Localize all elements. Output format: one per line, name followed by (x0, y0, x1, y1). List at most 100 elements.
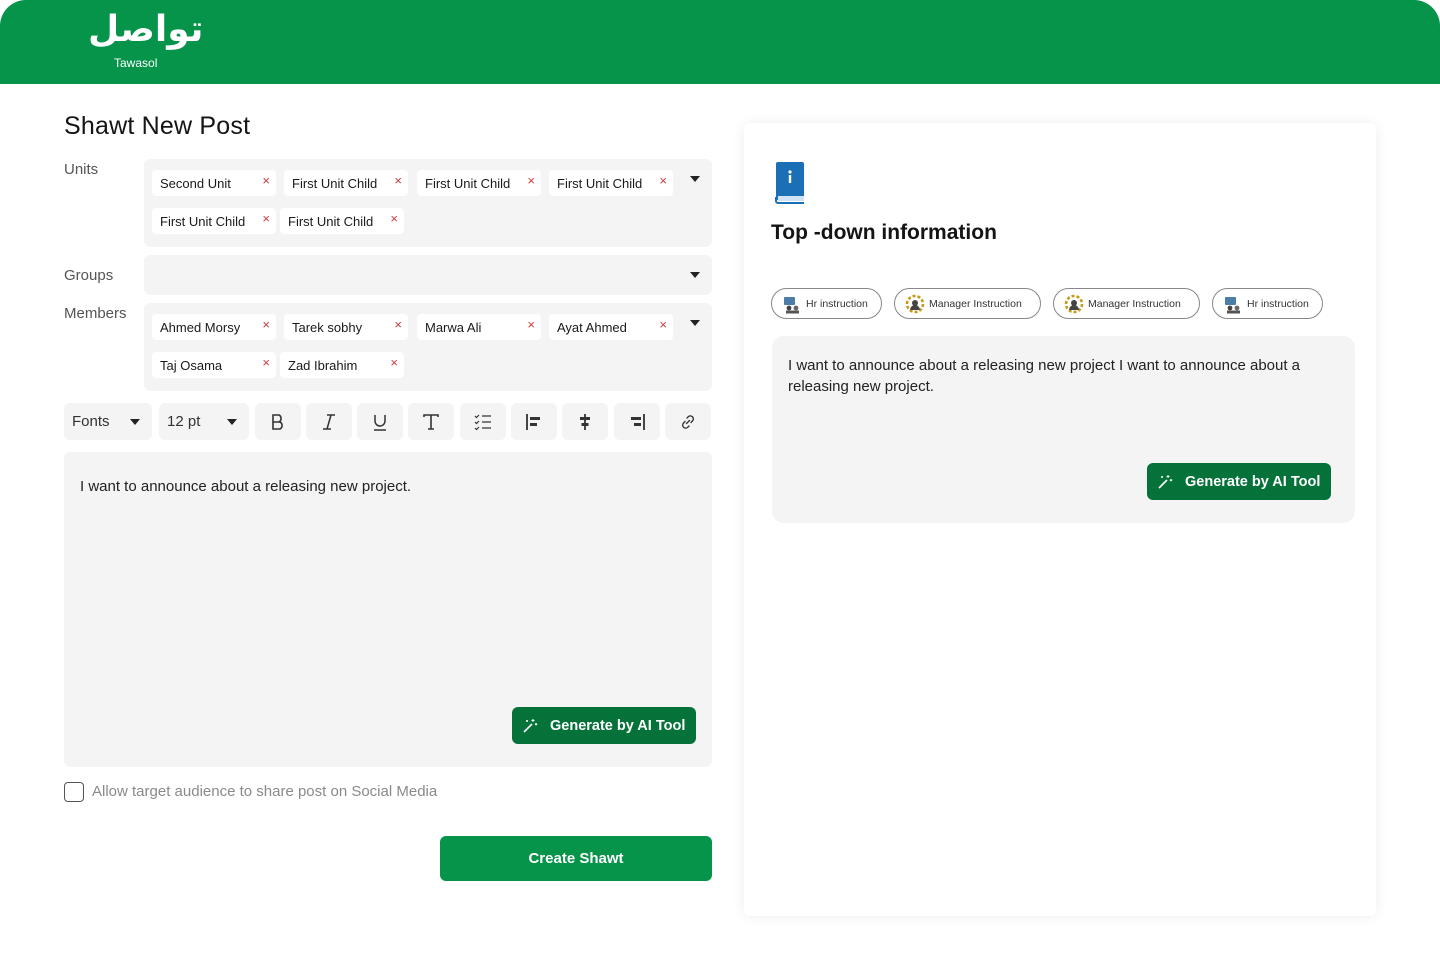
align-right-button[interactable] (614, 403, 660, 440)
bold-button[interactable] (255, 403, 301, 440)
chevron-down-icon (227, 419, 237, 425)
top-bar: تواصل Tawasol (0, 0, 1440, 84)
members-label: Members (64, 305, 127, 322)
align-center-button[interactable] (562, 403, 608, 440)
font-size-value: 12 pt (167, 413, 201, 430)
underline-icon (374, 414, 386, 431)
units-select[interactable]: Second Unit × First Unit Child × First Uni… (144, 159, 712, 247)
instruction-card: I want to announce about a releasing new… (772, 336, 1355, 523)
chevron-down-icon (130, 419, 140, 425)
unit-chip: First Unit Child × (417, 170, 541, 196)
member-chip-label: Ahmed Morsy (160, 320, 241, 335)
page-title: Shawt New Post (64, 112, 251, 140)
remove-chip-icon[interactable]: × (390, 355, 398, 370)
member-chip: Tarek sobhy × (284, 314, 408, 340)
logo-arabic-text: تواصل (88, 9, 204, 50)
instruction-filter-hr[interactable]: Hr instruction (1212, 288, 1323, 319)
italic-button[interactable] (306, 403, 352, 440)
align-left-button[interactable] (511, 403, 557, 440)
align-center-icon (580, 413, 590, 430)
hr-icon (784, 296, 799, 313)
link-button[interactable] (665, 403, 711, 440)
member-chip: Ahmed Morsy × (152, 314, 276, 340)
italic-icon (323, 413, 335, 430)
member-chip-label: Zad Ibrahim (288, 358, 358, 373)
generate-ai-button[interactable]: Generate by AI Tool (512, 707, 696, 744)
instruction-label: Hr instruction (1247, 297, 1309, 310)
chevron-down-icon[interactable] (690, 320, 700, 326)
instruction-card-text: I want to announce about a releasing new… (788, 357, 1301, 395)
text-style-button[interactable] (408, 403, 454, 440)
members-select[interactable]: Ahmed Morsy × Tarek sobhy × Marwa Ali × Aya… (144, 303, 712, 391)
manager-gear-icon (905, 294, 925, 313)
remove-chip-icon[interactable]: × (527, 173, 535, 188)
checklist-button[interactable] (460, 403, 506, 440)
underline-button[interactable] (357, 403, 403, 440)
align-left-icon (526, 413, 540, 430)
remove-chip-icon[interactable]: × (262, 355, 270, 370)
instruction-filter-hr[interactable]: Hr instruction (771, 288, 882, 319)
post-editor[interactable]: I want to announce about a releasing new… (64, 452, 712, 767)
font-family-select[interactable]: Fonts (64, 403, 152, 440)
remove-chip-icon[interactable]: × (262, 317, 270, 332)
tawasol-logo[interactable]: تواصل Tawasol (88, 12, 208, 74)
member-chip: Zad Ibrahim × (280, 352, 404, 378)
unit-chip: First Unit Child × (152, 208, 276, 234)
editor-content[interactable]: I want to announce about a releasing new… (80, 478, 411, 495)
chevron-down-icon[interactable] (690, 272, 700, 278)
units-label: Units (64, 161, 99, 178)
remove-chip-icon[interactable]: × (394, 317, 402, 332)
remove-chip-icon[interactable]: × (659, 317, 667, 332)
logo-text: Tawasol (114, 56, 158, 70)
unit-chip-label: First Unit Child (160, 214, 246, 229)
member-chip-label: Taj Osama (160, 358, 223, 373)
instruction-filter-manager[interactable]: Manager Instruction (1053, 288, 1200, 319)
unit-chip: Second Unit × (152, 170, 276, 196)
remove-chip-icon[interactable]: × (527, 317, 535, 332)
member-chip: Ayat Ahmed × (549, 314, 673, 340)
hr-icon (1225, 296, 1240, 313)
magic-wand-icon (1158, 474, 1173, 489)
remove-chip-icon[interactable]: × (659, 173, 667, 188)
manager-gear-icon (1064, 294, 1084, 313)
unit-chip: First Unit Child × (280, 208, 404, 234)
remove-chip-icon[interactable]: × (394, 173, 402, 188)
chevron-down-icon[interactable] (690, 176, 700, 182)
align-right-icon (631, 413, 645, 430)
unit-chip: First Unit Child × (549, 170, 673, 196)
info-book-icon (775, 162, 804, 204)
member-chip-label: Tarek sobhy (292, 320, 363, 335)
instruction-label: Hr instruction (806, 297, 868, 310)
text-icon (423, 413, 439, 430)
font-size-select[interactable]: 12 pt (159, 403, 249, 440)
unit-chip-label: First Unit Child (292, 176, 378, 191)
instruction-filter-manager[interactable]: Manager Instruction (894, 288, 1041, 319)
share-checkbox-label[interactable]: Allow target audience to share post on S… (92, 783, 456, 800)
panel-title: Top -down information (771, 221, 997, 244)
member-chip: Taj Osama × (152, 352, 276, 378)
create-shawt-label: Create Shawt (528, 850, 624, 867)
groups-label: Groups (64, 267, 114, 284)
member-chip-label: Ayat Ahmed (557, 320, 627, 335)
unit-chip-label: First Unit Child (557, 176, 643, 191)
member-chip: Marwa Ali × (417, 314, 541, 340)
groups-select[interactable] (144, 255, 712, 295)
generate-ai-label: Generate by AI Tool (1185, 473, 1321, 490)
share-checkbox[interactable] (64, 782, 84, 802)
remove-chip-icon[interactable]: × (262, 211, 270, 226)
top-down-info-panel: Top -down information Hr instruction Man… (744, 123, 1376, 916)
unit-chip-label: First Unit Child (288, 214, 374, 229)
remove-chip-icon[interactable]: × (262, 173, 270, 188)
instruction-label: Manager Instruction (929, 297, 1022, 310)
member-chip-label: Marwa Ali (425, 320, 482, 335)
checklist-icon (474, 414, 491, 430)
unit-chip-label: First Unit Child (425, 176, 511, 191)
magic-wand-icon (523, 718, 538, 733)
font-family-value: Fonts (72, 413, 110, 430)
generate-ai-label: Generate by AI Tool (550, 717, 686, 734)
unit-chip: First Unit Child × (284, 170, 408, 196)
create-shawt-button[interactable]: Create Shawt (440, 836, 712, 881)
remove-chip-icon[interactable]: × (390, 211, 398, 226)
link-icon (682, 414, 694, 429)
generate-ai-button[interactable]: Generate by AI Tool (1147, 463, 1331, 500)
